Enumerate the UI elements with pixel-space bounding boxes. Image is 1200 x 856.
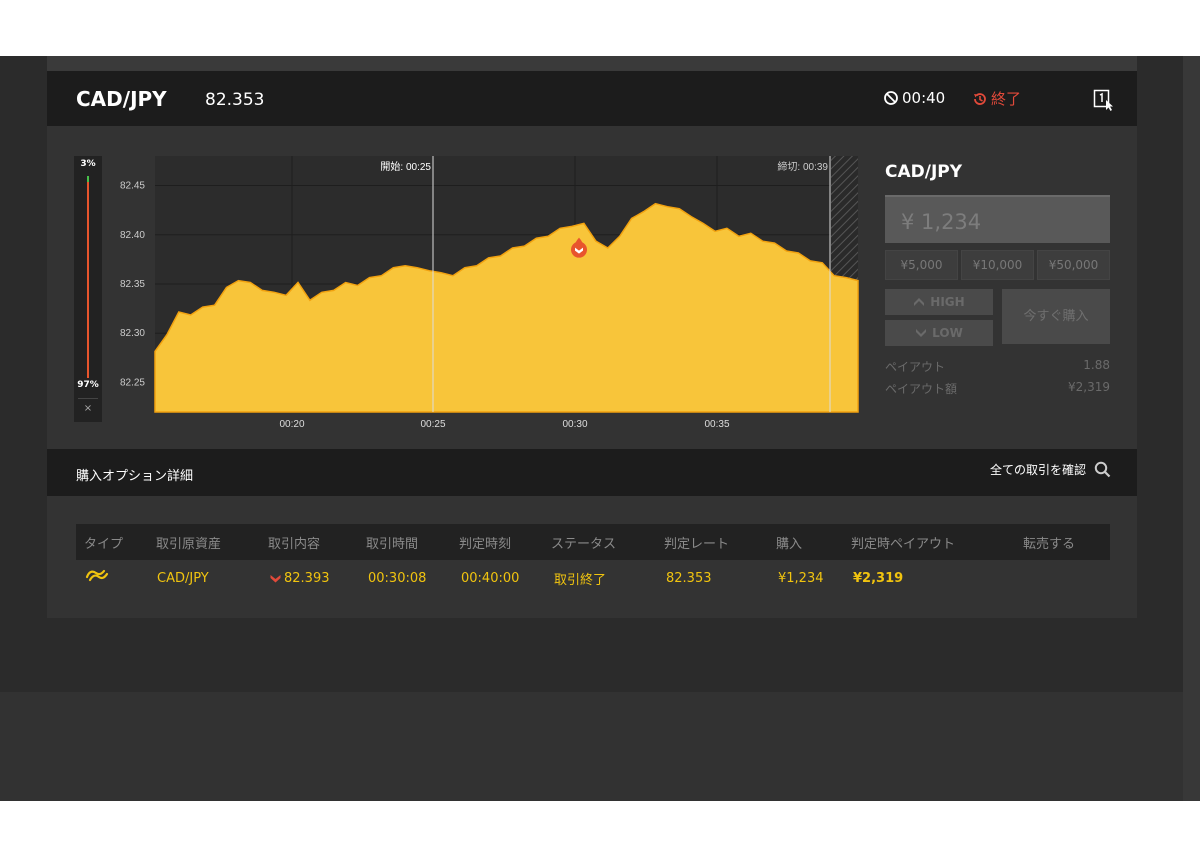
col-trade-time: 取引時間	[366, 536, 419, 552]
x-tick-label: 00:20	[279, 419, 304, 430]
type-icon	[84, 565, 110, 589]
low-percentage: 97%	[77, 380, 99, 390]
start-label: 開始: 00:25	[380, 160, 431, 173]
history-icon	[974, 92, 986, 105]
x-tick-label: 00:30	[562, 419, 587, 430]
countdown-timer: 00:40	[883, 89, 945, 107]
panel-header: CAD/JPY 82.353 00:40 終了	[47, 71, 1137, 126]
timer-value: 00:40	[902, 89, 946, 107]
col-judge-time: 判定時刻	[459, 536, 512, 552]
scrollbar-track[interactable]	[1183, 56, 1200, 801]
options-table: タイプ 取引原資産 取引内容 取引時間 判定時刻 ステータス 判定レート 購入 …	[76, 524, 1110, 596]
payout-label: ペイアウト	[885, 360, 946, 374]
low-arrow-icon	[270, 574, 281, 582]
col-payout: 判定時ペイアウト	[851, 536, 956, 552]
single-window-icon[interactable]	[1093, 89, 1115, 115]
row-content-value: 82.393	[284, 570, 330, 586]
preset-5000-button[interactable]: ¥5,000	[885, 250, 958, 280]
close-gauge-icon[interactable]: ×	[74, 403, 102, 414]
entry-pin-head	[571, 241, 587, 258]
chart-area: 3% 97% × 開始: 00:25 締切: 00:39 82.45 82.40 8…	[47, 126, 1137, 449]
trade-pair-title: CAD/JPY	[885, 162, 963, 182]
y-tick-label: 82.45	[120, 181, 145, 192]
col-asset: 取引原資産	[156, 536, 222, 552]
search-icon	[1094, 461, 1111, 478]
current-rate: 82.353	[205, 90, 265, 110]
no-entry-icon	[884, 91, 898, 105]
row-content: 82.393	[270, 571, 330, 586]
y-tick-label: 82.35	[120, 279, 145, 290]
y-axis-ticks: 82.45 82.40 82.35 82.30 82.25	[120, 181, 145, 389]
payout-value: 1.88	[1083, 358, 1110, 372]
col-content: 取引内容	[268, 536, 321, 552]
buy-now-button[interactable]: 今すぐ購入	[1002, 289, 1110, 344]
table-row[interactable]: CAD/JPY 82.393 00:30:08 00:40:00 取引終了 82…	[76, 560, 1110, 596]
row-judge-rate: 82.353	[666, 570, 712, 586]
row-purchase: ¥1,234	[778, 570, 824, 586]
ended-label: 終了	[991, 90, 1022, 108]
y-tick-label: 82.25	[120, 377, 145, 388]
panel-top-edge	[47, 56, 1137, 71]
row-judge-time: 00:40:00	[461, 570, 520, 586]
gauge-divider	[78, 398, 98, 399]
options-header: 購入オプション詳細 全ての取引を確認	[47, 449, 1137, 496]
col-judge-rate: 判定レート	[664, 536, 730, 552]
end-label: 締切: 00:39	[777, 160, 828, 173]
sentiment-gauge: 3% 97% ×	[74, 156, 102, 422]
y-tick-label: 82.40	[120, 230, 145, 241]
low-bar	[87, 182, 89, 378]
col-resell: 転売する	[1023, 536, 1076, 552]
high-arrow-icon	[914, 298, 925, 306]
col-status: ステータス	[551, 536, 617, 552]
preset-50000-button[interactable]: ¥50,000	[1037, 250, 1110, 280]
view-all-trades-label: 全ての取引を確認	[989, 463, 1086, 477]
payout-amount-label: ペイアウト額	[885, 382, 958, 396]
preset-10000-button[interactable]: ¥10,000	[961, 250, 1034, 280]
y-tick-label: 82.30	[120, 328, 145, 339]
lower-background	[0, 692, 1183, 801]
table-header-row: タイプ 取引原資産 取引内容 取引時間 判定時刻 ステータス 判定レート 購入 …	[76, 524, 1110, 560]
payout-amount-value: ¥2,319	[1068, 380, 1110, 394]
row-trade-time: 00:30:08	[368, 570, 427, 586]
low-button[interactable]: LOW	[885, 320, 993, 346]
low-label: LOW	[932, 326, 963, 340]
price-chart: 開始: 00:25 締切: 00:39 82.45 82.40 82.35 82.30…	[120, 156, 859, 430]
row-payout: ¥2,319	[853, 570, 904, 586]
options-title: 購入オプション詳細	[76, 469, 194, 484]
col-purchase: 購入	[776, 536, 803, 552]
row-status: 取引終了	[554, 572, 607, 588]
ended-status: 終了	[972, 88, 1021, 109]
amount-input[interactable]: ¥ 1,234	[885, 195, 1110, 243]
high-label: HIGH	[930, 295, 965, 309]
low-arrow-icon	[916, 329, 927, 337]
col-type: タイプ	[84, 536, 124, 552]
pair-title: CAD/JPY	[76, 87, 167, 111]
x-axis-ticks: 00:20 00:25 00:30 00:35	[279, 419, 729, 430]
view-all-trades-link[interactable]: 全ての取引を確認	[990, 461, 1111, 478]
high-percentage: 3%	[80, 159, 96, 169]
high-button[interactable]: HIGH	[885, 289, 993, 315]
row-asset: CAD/JPY	[157, 570, 209, 586]
x-tick-label: 00:35	[704, 419, 729, 430]
x-tick-label: 00:25	[420, 419, 445, 430]
